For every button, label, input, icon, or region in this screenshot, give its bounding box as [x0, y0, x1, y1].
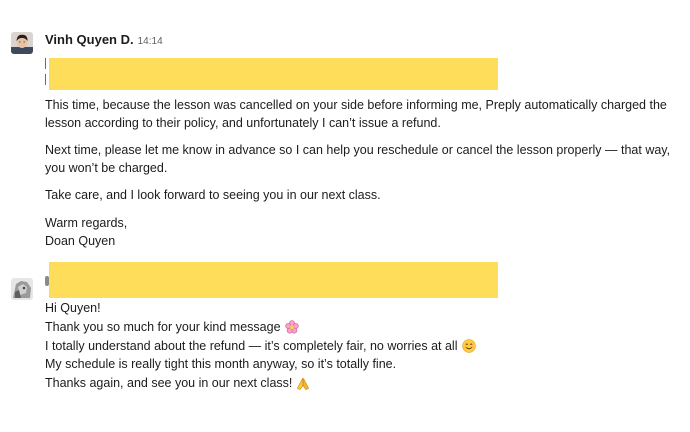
chat-window: Vinh Quyen D. 14:14 This time, because t…: [0, 0, 690, 432]
redaction-box: [49, 58, 498, 90]
folded-hands-icon: [296, 377, 310, 391]
redaction-box: [49, 262, 498, 298]
signature: Doan Quyen: [45, 234, 116, 248]
message-line: Hi Quyen!: [45, 301, 101, 315]
message-header: Vinh Quyen D. 14:14: [45, 32, 163, 48]
message-signoff-block: Warm regards, Doan Quyen: [45, 214, 685, 250]
message-paragraph: Next time, please let me know in advance…: [45, 143, 671, 175]
message-body: Hi Quyen! Thank you so much for your kin…: [45, 299, 685, 393]
message-paragraph: This time, because the lesson was cancel…: [45, 98, 667, 130]
message-line: Thanks again, and see you in our next cl…: [45, 374, 685, 393]
signoff: Warm regards,: [45, 216, 128, 230]
sender-name[interactable]: Vinh Quyen D.: [45, 32, 134, 47]
cherry-blossom-icon: [284, 320, 299, 334]
message-line: Thank you so much for your kind message: [45, 318, 685, 337]
avatar[interactable]: [11, 278, 33, 300]
avatar[interactable]: [11, 32, 33, 54]
smiling-face-icon: [461, 339, 476, 353]
text-caret: [45, 58, 46, 69]
timestamp[interactable]: 14:14: [138, 36, 163, 47]
message-line: My schedule is really tight this month a…: [45, 357, 397, 372]
message-paragraph: Take care, and I look forward to seeing …: [45, 188, 381, 202]
message-line: I totally understand about the refund — …: [45, 337, 685, 356]
text-caret: [45, 74, 46, 85]
